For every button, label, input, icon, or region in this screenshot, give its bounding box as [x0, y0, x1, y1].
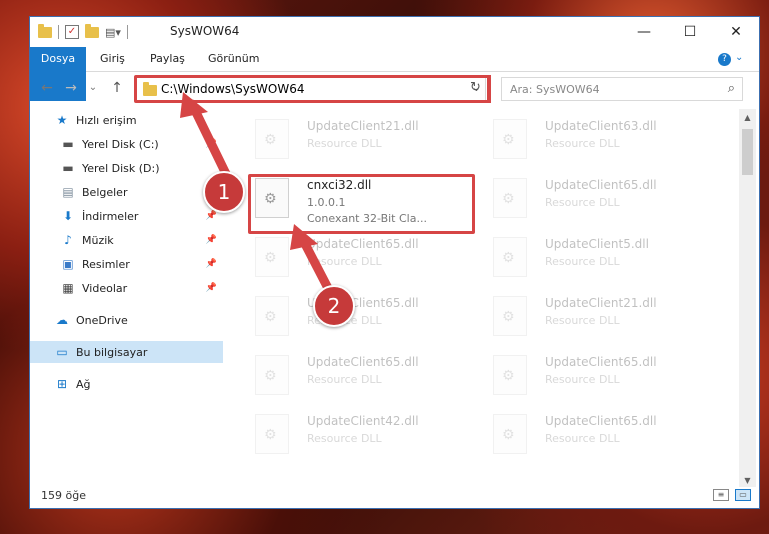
- step-badge-2: 2: [313, 285, 355, 327]
- annotation-arrows: [180, 92, 335, 297]
- arrow-to-address: [187, 99, 233, 183]
- step-badge-1: 1: [203, 171, 245, 213]
- arrow-head-file: [290, 224, 318, 250]
- arrow-head-address: [180, 92, 208, 118]
